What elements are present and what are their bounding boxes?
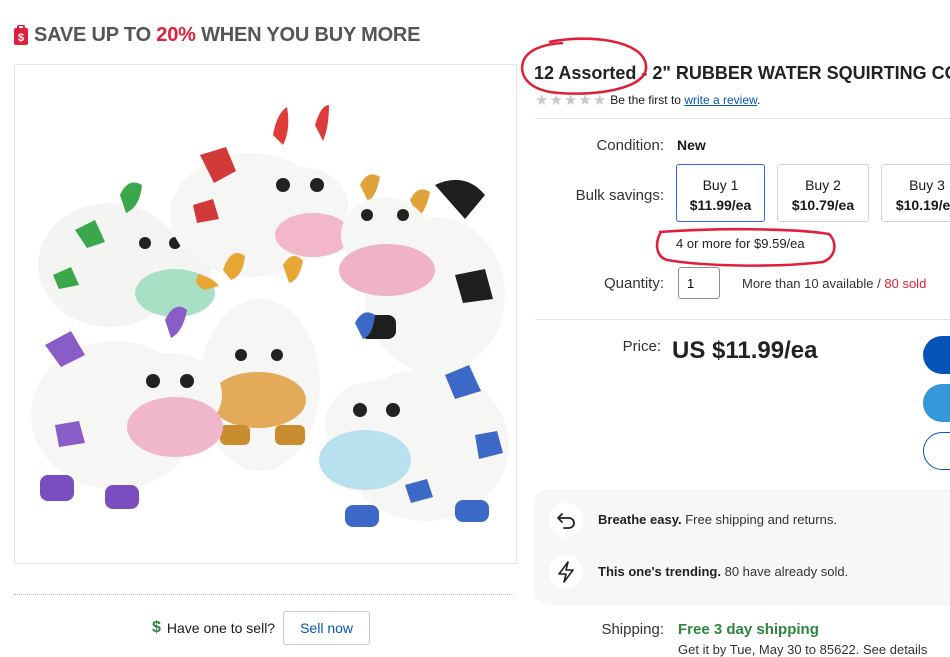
condition-label: Condition: xyxy=(596,137,664,154)
dollar-icon: $ xyxy=(152,619,161,636)
product-image[interactable] xyxy=(14,64,517,564)
price-label: Price: xyxy=(622,338,661,355)
feature-trending: This one's trending. 80 have already sol… xyxy=(598,564,849,579)
price-tag-icon: $ xyxy=(14,25,28,45)
availability: More than 10 available / 80 sold xyxy=(742,276,927,291)
quantity-input[interactable] xyxy=(678,267,720,299)
feature-panel xyxy=(534,489,950,605)
divider xyxy=(535,319,950,320)
annotation-circle xyxy=(655,227,836,267)
sell-row: $ Have one to sell? Sell now xyxy=(152,610,371,646)
bulk-option-buy-3[interactable]: Buy 3 $10.19/ea xyxy=(881,164,950,222)
divider xyxy=(535,118,950,119)
sell-now-button[interactable]: Sell now xyxy=(283,611,371,645)
cow-toys-illustration xyxy=(31,105,509,527)
rating-row: ★ ★ ★ ★ ★ Be the first to write a review… xyxy=(535,91,760,109)
star-icon: ★ xyxy=(592,91,607,109)
sold-count: 80 sold xyxy=(884,276,927,291)
svg-text:$: $ xyxy=(18,32,24,44)
lightning-icon xyxy=(549,555,583,589)
add-to-watchlist-button[interactable] xyxy=(923,432,950,470)
shipping-value: Free 3 day shipping xyxy=(678,621,819,638)
bulk-option-buy-2[interactable]: Buy 2 $10.79/ea xyxy=(777,164,869,222)
quantity-label: Quantity: xyxy=(603,275,664,292)
star-icon: ★ xyxy=(578,91,592,109)
review-prompt: Be the first to write a review. xyxy=(610,93,761,107)
purple-cow xyxy=(31,306,223,509)
return-arrow-icon xyxy=(549,503,583,537)
sell-prompt: Have one to sell? xyxy=(166,620,276,636)
annotation-circle xyxy=(520,37,648,95)
star-icon: ★ xyxy=(563,91,578,109)
promo-banner: $ SAVE UP TO 20% WHEN YOU BUY MORE xyxy=(14,22,421,48)
star-icon: ★ xyxy=(535,91,549,109)
bulk-savings-label: Bulk savings: xyxy=(575,187,664,204)
shipping-label: Shipping: xyxy=(601,621,664,638)
condition-value: New xyxy=(677,137,706,153)
shipping-details: Get it by Tue, May 30 to 85622. See deta… xyxy=(678,642,928,657)
write-review-link[interactable]: write a review xyxy=(684,93,757,107)
star-icon: ★ xyxy=(549,91,563,109)
buy-it-now-button[interactable] xyxy=(923,336,950,374)
divider xyxy=(14,594,514,595)
red-cow xyxy=(170,105,351,277)
promo-text: SAVE UP TO 20% WHEN YOU BUY MORE xyxy=(34,23,421,46)
black-cow xyxy=(339,174,505,373)
price-value: US $11.99/ea xyxy=(672,337,818,364)
bulk-option-buy-1[interactable]: Buy 1 $11.99/ea xyxy=(676,164,765,222)
feature-free-returns: Breathe easy. Free shipping and returns. xyxy=(598,512,837,527)
add-to-cart-button[interactable] xyxy=(923,384,950,422)
